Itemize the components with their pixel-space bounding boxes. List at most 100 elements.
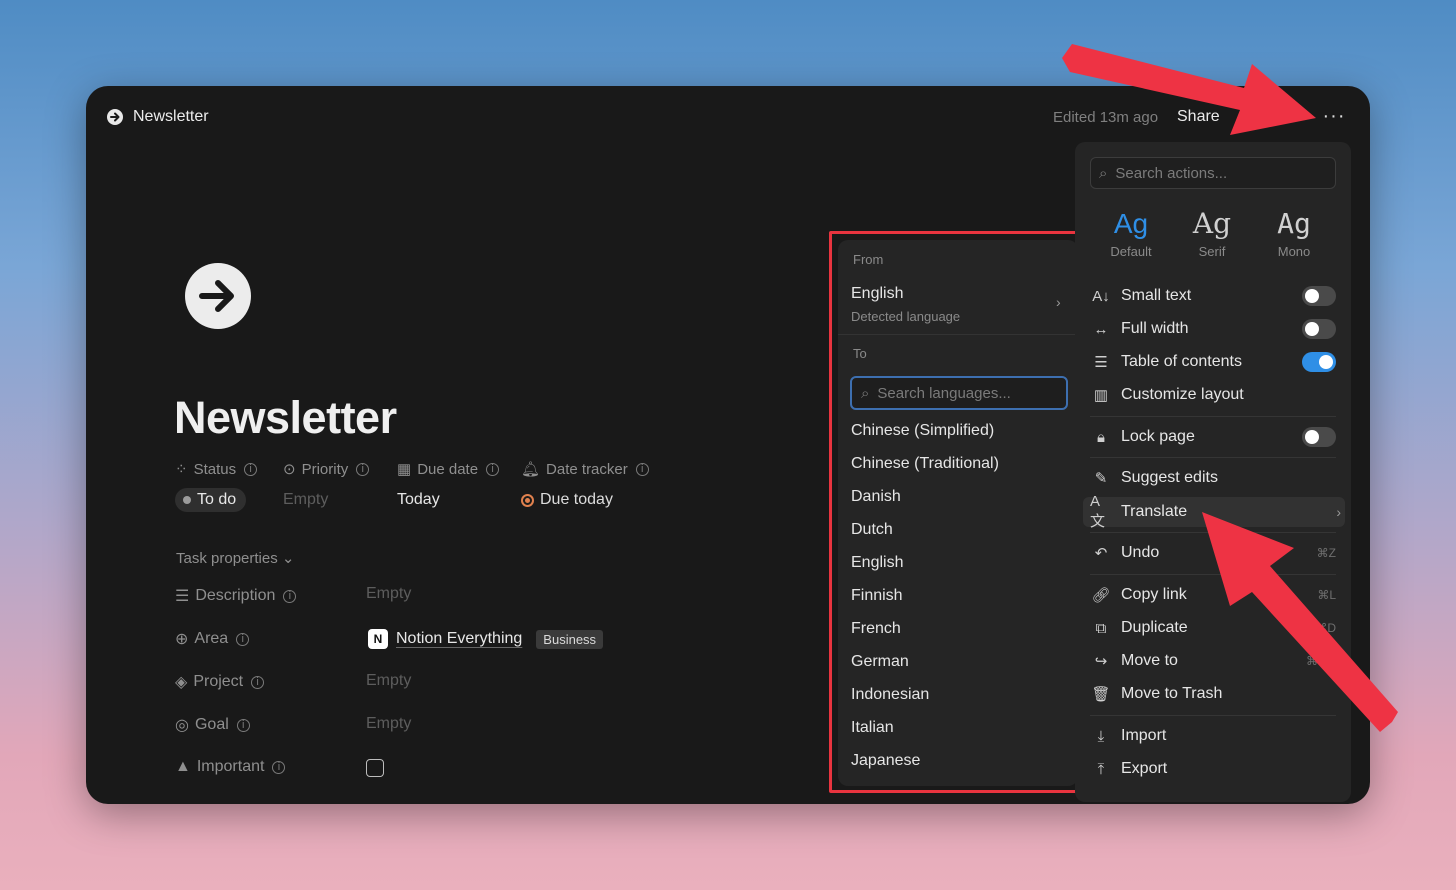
move-to-item[interactable]: ↪ Move to ⌘⇧P (1090, 646, 1336, 676)
important-checkbox[interactable] (366, 759, 384, 777)
language-search-placeholder: Search languages... (877, 384, 1011, 402)
font-default-option[interactable]: Ag Default (1093, 206, 1169, 259)
small-text-item[interactable]: A↓ Small text (1090, 281, 1336, 311)
language-option[interactable]: Danish (851, 488, 901, 506)
important-row[interactable]: ▲ Important i (175, 758, 775, 782)
undo-shortcut: ⌘Z (1316, 546, 1336, 560)
font-name: Mono (1277, 244, 1311, 259)
area-label: Area (194, 630, 229, 647)
search-icon: ⌕ (861, 384, 870, 402)
language-option[interactable]: English (851, 554, 903, 572)
priority-icon: ⊙ (283, 461, 296, 478)
language-option[interactable]: Chinese (Simplified) (851, 422, 994, 440)
status-label: Status (193, 460, 237, 478)
area-value[interactable]: N Notion Everything Business (368, 629, 604, 649)
status-text: To do (197, 491, 237, 508)
to-section-label: To (853, 346, 867, 361)
date-tracker-property[interactable]: 🔔︎ Date tracker i (521, 460, 649, 478)
area-link[interactable]: Notion Everything (396, 630, 522, 648)
actions-search-input[interactable]: ⌕ Search actions... (1090, 157, 1336, 189)
divider (1090, 715, 1336, 716)
full-width-toggle[interactable] (1302, 319, 1336, 339)
status-property[interactable]: ⁘ Status i (175, 460, 258, 478)
layout-icon: ▥ (1093, 387, 1109, 404)
bell-icon: 🔔︎ (521, 461, 541, 478)
divider (1090, 574, 1336, 575)
due-date-value[interactable]: Today (397, 491, 440, 509)
language-option[interactable]: German (851, 653, 909, 671)
globe-icon: ⊕ (175, 631, 189, 648)
language-option[interactable]: Italian (851, 719, 894, 737)
page-arrow-icon[interactable] (185, 263, 251, 329)
font-mono-option[interactable]: Ag Mono (1256, 206, 1332, 259)
lock-icon: 🔒︎ (1097, 428, 1105, 446)
info-icon: i (236, 632, 250, 646)
duplicate-icon: ⧉ (1095, 619, 1107, 637)
page-title[interactable]: Newsletter (174, 392, 397, 444)
lock-page-item[interactable]: 🔒︎ Lock page (1090, 422, 1336, 452)
table-of-contents-item[interactable]: ☰ Table of contents (1090, 347, 1336, 377)
status-value[interactable]: To do (175, 488, 247, 512)
export-item[interactable]: ⤒ Export (1090, 754, 1336, 784)
copy-link-item[interactable]: 🔗︎ Copy link ⌘L (1090, 580, 1336, 610)
status-icon: ⁘ (175, 461, 188, 478)
description-value[interactable]: Empty (366, 585, 411, 603)
breadcrumb[interactable]: Newsletter (106, 108, 209, 126)
link-icon: 🔗︎ (1091, 587, 1111, 604)
customize-layout-item[interactable]: ▥ Customize layout (1090, 380, 1336, 410)
import-item[interactable]: ⤓ Import (1090, 721, 1336, 751)
divider (1090, 457, 1336, 458)
info-icon: i (244, 462, 258, 476)
priority-value[interactable]: Empty (283, 491, 328, 509)
goal-row[interactable]: ◎ Goal i Empty (175, 715, 775, 739)
move-to-label: Move to (1121, 652, 1178, 669)
divider (1090, 532, 1336, 533)
language-option[interactable]: French (851, 620, 901, 638)
top-bar: Newsletter Edited 13m ago Share ··· (86, 86, 1370, 150)
move-to-trash-item[interactable]: 🗑︎ Move to Trash (1090, 679, 1336, 709)
priority-property[interactable]: ⊙ Priority i (283, 460, 370, 478)
duplicate-label: Duplicate (1121, 619, 1188, 636)
project-value[interactable]: Empty (366, 672, 411, 690)
toc-toggle[interactable] (1302, 352, 1336, 372)
translate-item[interactable]: A文 Translate › (1083, 493, 1345, 530)
font-serif-option[interactable]: Ag Serif (1174, 206, 1250, 259)
date-tracker-value[interactable]: Due today (521, 491, 613, 509)
description-row[interactable]: ☰ Description i Empty (175, 585, 775, 610)
translate-icon: A文 (1090, 493, 1106, 530)
small-text-toggle[interactable] (1302, 286, 1336, 306)
language-option[interactable]: Finnish (851, 587, 903, 605)
task-properties-toggle[interactable]: Task properties ⌄ (176, 549, 294, 567)
full-width-item[interactable]: ↔ Full width (1090, 314, 1336, 344)
info-icon: i (635, 462, 649, 476)
due-indicator-icon (521, 493, 534, 507)
lines-icon: ☰ (175, 588, 190, 605)
undo-item[interactable]: ↶ Undo ⌘Z (1090, 538, 1336, 568)
arrow-circle-icon (107, 109, 123, 125)
info-icon: i (272, 760, 286, 774)
undo-label: Undo (1121, 544, 1160, 561)
lock-toggle[interactable] (1302, 427, 1336, 447)
language-option[interactable]: Chinese (Traditional) (851, 455, 999, 473)
goal-value[interactable]: Empty (366, 715, 411, 733)
language-option[interactable]: Japanese (851, 752, 920, 770)
area-row[interactable]: ⊕ Area i N Notion Everything Business (175, 629, 775, 653)
from-language-item[interactable]: English Detected language › (838, 282, 1078, 332)
due-date-label: Due date (417, 460, 479, 478)
lock-label: Lock page (1121, 428, 1195, 445)
share-button[interactable]: Share (1177, 108, 1220, 126)
business-tag: Business (536, 629, 604, 649)
task-properties-label: Task properties (176, 550, 278, 567)
language-option[interactable]: Indonesian (851, 686, 929, 704)
suggest-edits-item[interactable]: ✎ Suggest edits (1090, 463, 1336, 493)
small-text-icon: A↓ (1092, 287, 1110, 305)
date-tracker-text: Due today (540, 491, 613, 508)
language-search-input[interactable]: ⌕ Search languages... (850, 376, 1068, 410)
language-option[interactable]: Dutch (851, 521, 893, 539)
move-to-shortcut: ⌘⇧P (1305, 654, 1336, 668)
due-date-property[interactable]: ▦ Due date i (397, 460, 500, 478)
info-icon: i (486, 462, 500, 476)
more-options-button[interactable]: ··· (1320, 106, 1348, 130)
duplicate-item[interactable]: ⧉ Duplicate ⌘D (1090, 613, 1336, 643)
project-row[interactable]: ◈ Project i Empty (175, 672, 775, 696)
